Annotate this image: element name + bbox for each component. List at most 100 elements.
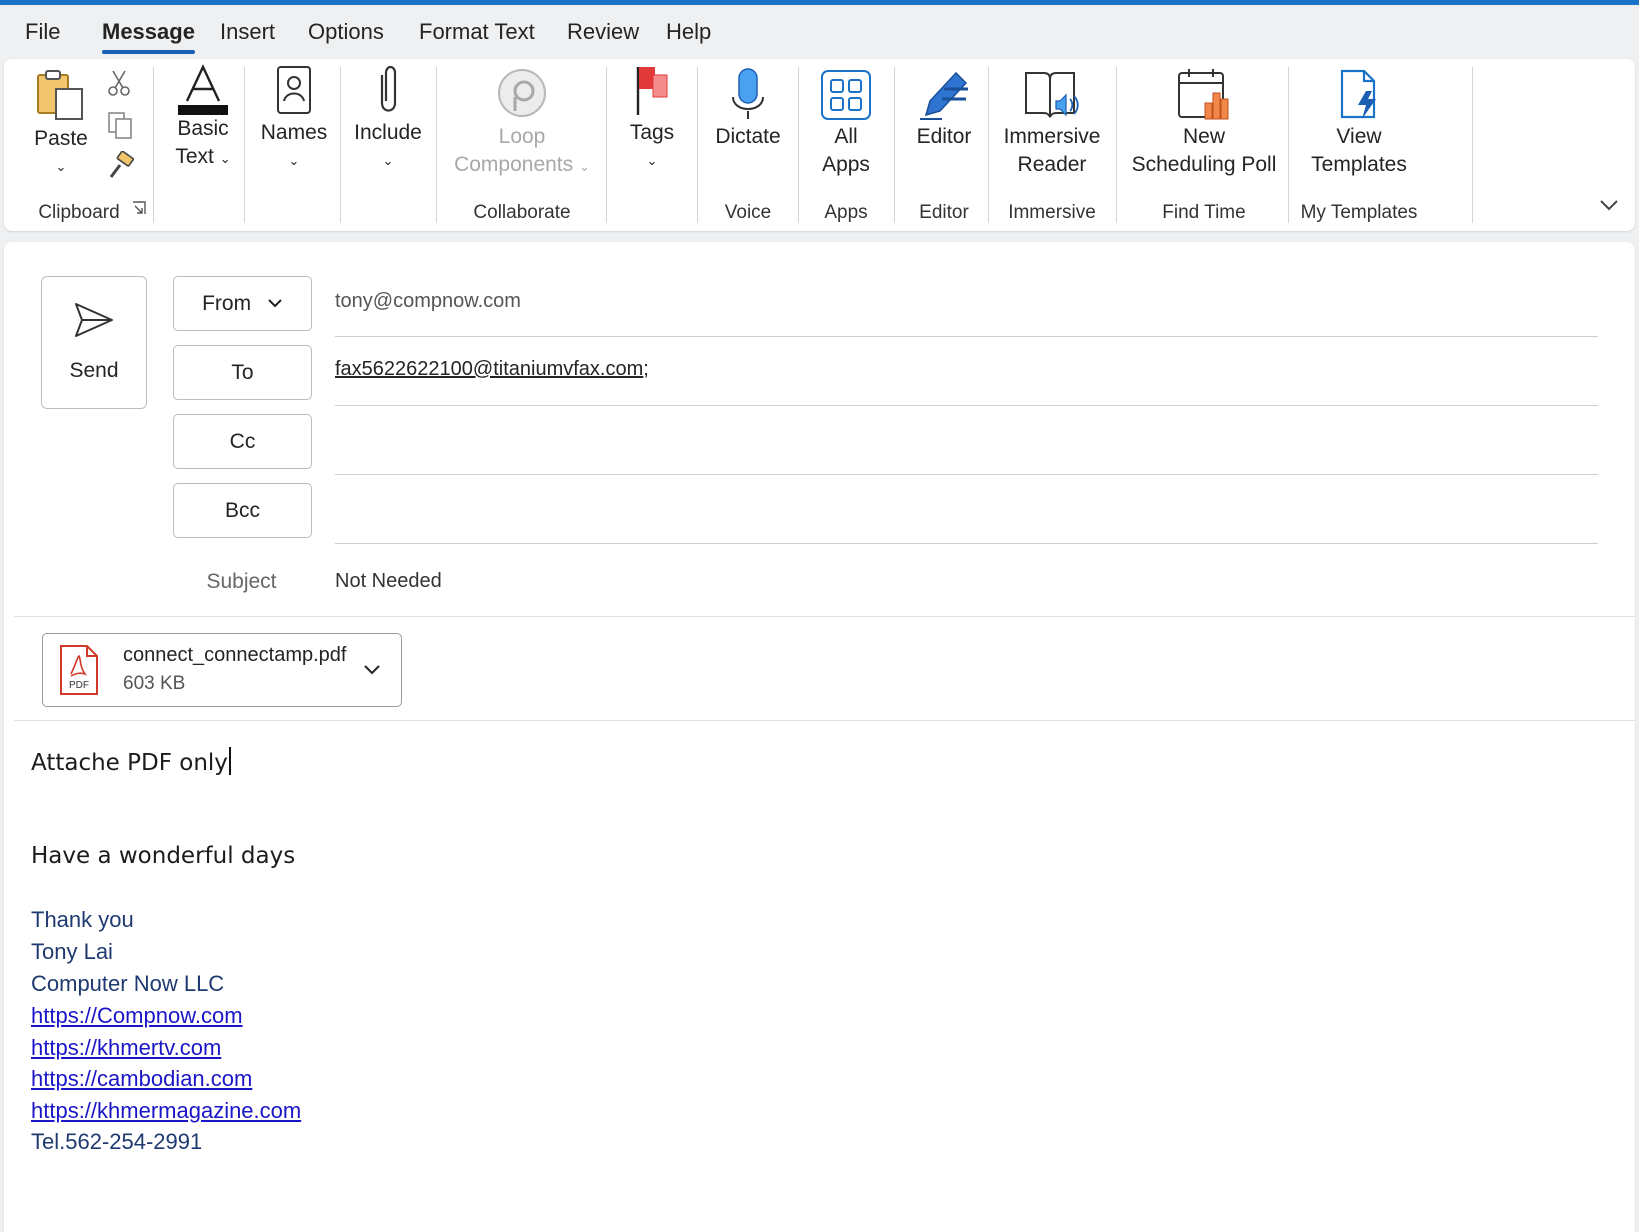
group-divider [340, 67, 341, 223]
body-line: Attache PDF only [31, 747, 231, 776]
tab-options[interactable]: Options [308, 19, 384, 45]
header-divider [14, 616, 1635, 617]
paste-label: Paste [34, 127, 88, 150]
signature-thanks: Thank you [31, 907, 134, 932]
field-underline [335, 405, 1598, 406]
include-label: Include [354, 121, 422, 144]
collaborate-group-label: Collaborate [473, 202, 571, 223]
format-painter-icon[interactable] [106, 151, 136, 181]
copy-icon[interactable] [106, 111, 134, 139]
group-divider [697, 67, 698, 223]
loop-label-line2: Components [454, 153, 574, 176]
group-divider [1116, 67, 1117, 223]
tab-message[interactable]: Message [102, 19, 195, 54]
bcc-field[interactable] [335, 543, 1598, 544]
signature-link[interactable]: https://khmertv.com [31, 1035, 221, 1061]
chevron-down-icon: ⌄ [382, 153, 394, 168]
ribbon-tab-bar: File Message Insert Options Format Text … [0, 5, 1639, 59]
cc-button[interactable]: Cc [173, 414, 312, 469]
signature-link[interactable]: https://cambodian.com [31, 1066, 252, 1092]
apps-grid-icon [821, 70, 871, 120]
to-button[interactable]: To [173, 345, 312, 400]
immersive-reader-label-line1: Immersive [1003, 125, 1101, 148]
attachment-filename: connect_connectamp.pdf [123, 644, 347, 666]
tab-review[interactable]: Review [567, 19, 639, 45]
dialog-launcher-icon[interactable] [131, 200, 147, 216]
address-book-icon [277, 66, 311, 114]
tab-file[interactable]: File [25, 19, 60, 45]
all-apps-button[interactable]: All Apps [804, 67, 888, 179]
templates-icon [1340, 69, 1376, 119]
chevron-down-icon: ⌄ [288, 153, 300, 168]
chevron-down-icon: ⌄ [579, 159, 590, 174]
tags-button[interactable]: Tags ⌄ [614, 63, 690, 175]
group-divider [1288, 67, 1289, 223]
group-divider [436, 67, 437, 223]
chevron-down-icon: ⌄ [219, 151, 231, 166]
dictate-button[interactable]: Dictate [704, 67, 792, 151]
dictate-label: Dictate [715, 125, 781, 148]
group-divider [894, 67, 895, 223]
tab-help[interactable]: Help [666, 19, 711, 45]
voice-group-label: Voice [724, 202, 772, 223]
my-templates-group-label: My Templates [1300, 202, 1418, 223]
signature-link[interactable]: https://Compnow.com [31, 1003, 243, 1029]
editor-button[interactable]: Editor [900, 67, 988, 151]
body-line: Have a wonderful days [31, 843, 296, 869]
new-scheduling-poll-label-line1: New [1182, 125, 1225, 148]
basic-text-label-line2: Text [175, 145, 214, 168]
pdf-badge: PDF [69, 680, 89, 691]
names-button[interactable]: Names ⌄ [254, 63, 334, 175]
loop-components-button[interactable]: Loop Components ⌄ [444, 67, 600, 181]
compose-pane: Send From tony@compnow.com To fax5622622… [4, 242, 1635, 1232]
microphone-icon [732, 68, 764, 119]
loop-label-line1: Loop [498, 125, 546, 148]
group-divider [606, 67, 607, 223]
attachment-menu-chevron-icon[interactable] [363, 664, 381, 676]
new-scheduling-poll-button[interactable]: New Scheduling Poll [1122, 67, 1286, 179]
to-field[interactable]: fax5622622100@titaniumvfax.com; [335, 358, 649, 381]
chevron-down-icon: ⌄ [646, 153, 658, 168]
ribbon: Paste ⌄ Clipboard Basic Text ⌄ Names ⌄ I… [4, 59, 1635, 231]
send-button[interactable]: Send [41, 276, 147, 409]
attachment-card[interactable]: PDF connect_connectamp.pdf 603 KB [42, 633, 402, 707]
immersive-reader-button[interactable]: Immersive Reader [996, 67, 1108, 179]
group-divider [988, 67, 989, 223]
paste-icon [37, 70, 83, 120]
from-label: From [202, 292, 252, 315]
signature-phone: Tel.562-254-2991 [31, 1129, 203, 1154]
subject-field[interactable]: Not Needed [335, 570, 442, 593]
signature-company: Computer Now LLC [31, 971, 225, 996]
view-templates-button[interactable]: View Templates [1294, 67, 1424, 179]
immersive-group-label: Immersive [1008, 202, 1096, 223]
from-field[interactable]: tony@compnow.com [335, 290, 521, 313]
view-templates-label-line1: View [1336, 125, 1382, 148]
paste-button[interactable]: Paste ⌄ [24, 67, 98, 181]
basic-text-button[interactable]: Basic Text ⌄ [164, 63, 242, 173]
signature-link[interactable]: https://khmermagazine.com [31, 1098, 301, 1124]
include-button[interactable]: Include ⌄ [348, 63, 428, 175]
editor-group-label: Editor [919, 202, 969, 223]
clipboard-group-label: Clipboard [38, 202, 120, 223]
cut-icon[interactable] [106, 69, 132, 97]
group-divider [244, 67, 245, 223]
editor-pen-icon [920, 71, 968, 120]
send-label: Send [69, 359, 119, 382]
basic-text-label-line1: Basic [177, 117, 229, 140]
flag-icon [636, 67, 668, 115]
group-divider [798, 67, 799, 223]
cc-field[interactable] [335, 474, 1598, 475]
from-button[interactable]: From [173, 276, 312, 331]
subject-label: Subject [206, 570, 277, 593]
find-time-group-label: Find Time [1162, 202, 1246, 223]
names-label: Names [260, 121, 328, 144]
bcc-button[interactable]: Bcc [173, 483, 312, 538]
tab-insert[interactable]: Insert [220, 19, 275, 45]
send-icon [75, 303, 113, 337]
tab-format-text[interactable]: Format Text [419, 19, 535, 45]
recipient-chip[interactable]: fax5622622100@titaniumvfax.com [335, 358, 643, 380]
attachment-size: 603 KB [123, 673, 186, 694]
calendar-chart-icon [1178, 69, 1229, 120]
ribbon-expand-chevron-icon[interactable] [1598, 197, 1620, 213]
signature-name: Tony Lai [31, 939, 113, 964]
